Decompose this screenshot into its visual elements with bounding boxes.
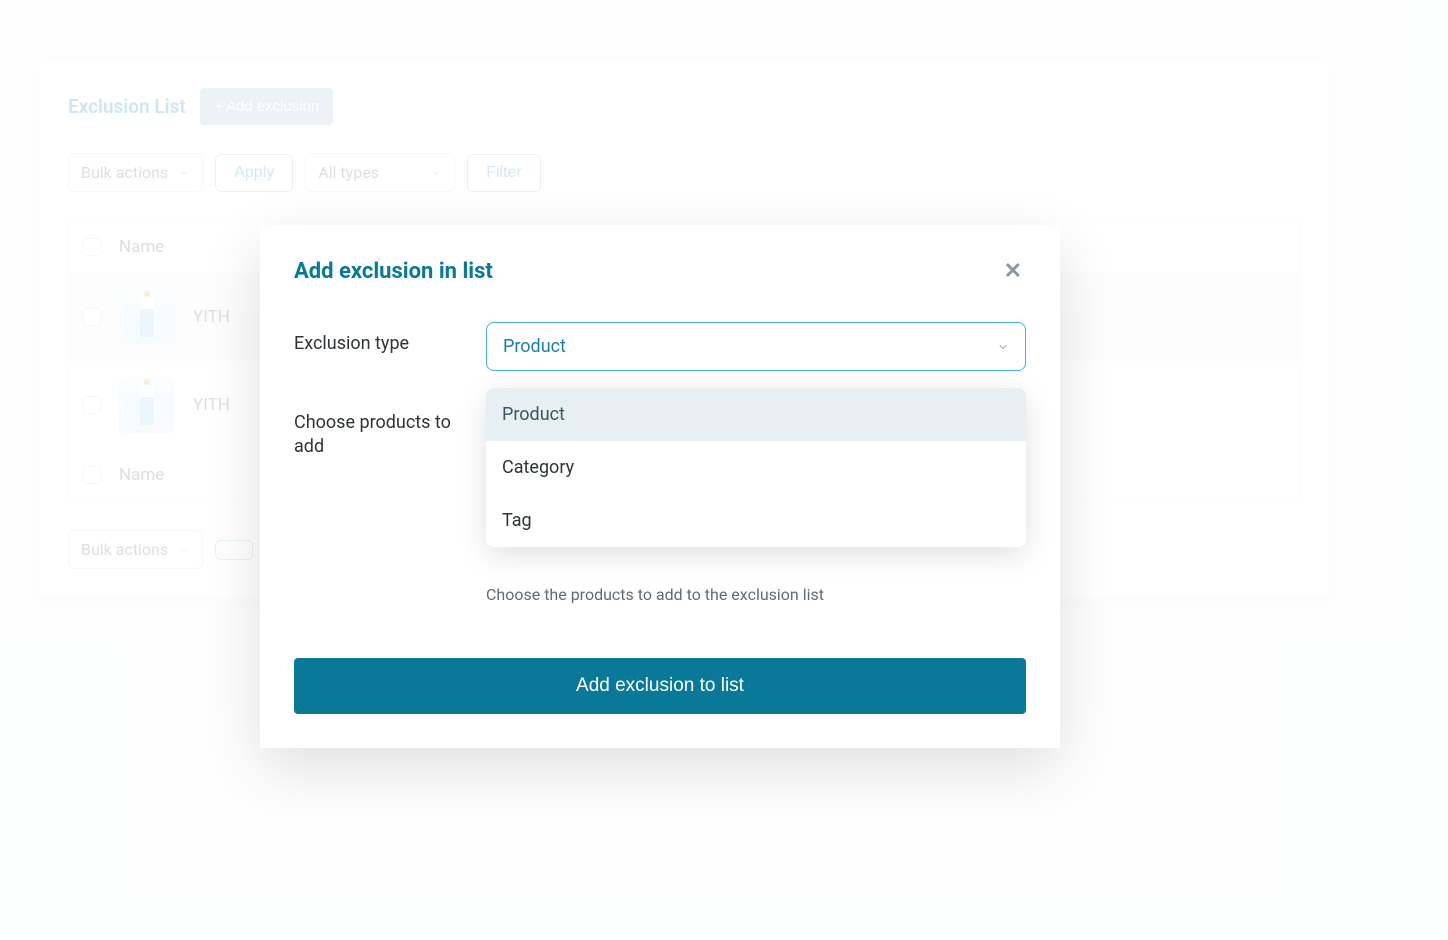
add-exclusion-button[interactable]: + Add exclusion: [200, 88, 334, 125]
product-thumbnail: [119, 377, 175, 433]
bulk-actions-label: Bulk actions: [81, 163, 168, 182]
row-checkbox[interactable]: [83, 396, 101, 414]
bulk-actions-select[interactable]: Bulk actions: [68, 153, 203, 192]
exclusion-type-selected-value: Product: [503, 336, 566, 357]
choose-products-help: Choose the products to add to the exclus…: [486, 585, 1026, 604]
modal-title: Add exclusion in list: [294, 259, 493, 284]
exclusion-type-label: Exclusion type: [294, 322, 464, 356]
bulk-actions-label-bottom: Bulk actions: [81, 540, 168, 559]
chevron-down-icon: [178, 167, 190, 179]
choose-products-row: Choose products to add Choose the produc…: [294, 401, 1026, 604]
exclusion-type-field: Product Product Category Tag: [486, 322, 1026, 371]
col-name-header: Name: [119, 237, 164, 257]
modal-header: Add exclusion in list ✕: [294, 255, 1026, 288]
exclusion-type-row: Exclusion type Product Product Category …: [294, 322, 1026, 371]
close-icon[interactable]: ✕: [1000, 255, 1026, 288]
bulk-actions-select-bottom[interactable]: Bulk actions: [68, 530, 203, 569]
add-exclusion-submit-button[interactable]: Add exclusion to list: [294, 658, 1026, 714]
select-all-checkbox-bottom[interactable]: [83, 466, 101, 484]
select-all-checkbox[interactable]: [83, 238, 101, 256]
exclusion-type-select[interactable]: Product: [486, 322, 1026, 371]
toolbar-top: Bulk actions Apply All types Filter: [68, 153, 1300, 192]
chevron-down-icon: [430, 167, 442, 179]
type-filter-select[interactable]: All types: [305, 153, 455, 192]
chevron-down-icon: [997, 341, 1009, 353]
page-title: Exclusion List: [68, 95, 186, 118]
chevron-down-icon: [178, 544, 190, 556]
choose-products-label: Choose products to add: [294, 401, 464, 460]
filter-button[interactable]: Filter: [467, 154, 541, 192]
row-name: YITH: [193, 307, 230, 327]
apply-button-bottom[interactable]: Apply: [215, 540, 253, 560]
col-name-footer: Name: [119, 465, 164, 485]
page-header: Exclusion List + Add exclusion: [68, 88, 1300, 125]
row-name: YITH: [193, 395, 230, 415]
apply-button[interactable]: Apply: [215, 154, 293, 192]
type-filter-label: All types: [318, 163, 379, 182]
row-checkbox[interactable]: [83, 308, 101, 326]
add-exclusion-modal: Add exclusion in list ✕ Exclusion type P…: [260, 225, 1060, 748]
product-thumbnail: [119, 289, 175, 345]
choose-products-field: Choose the products to add to the exclus…: [486, 401, 1026, 604]
